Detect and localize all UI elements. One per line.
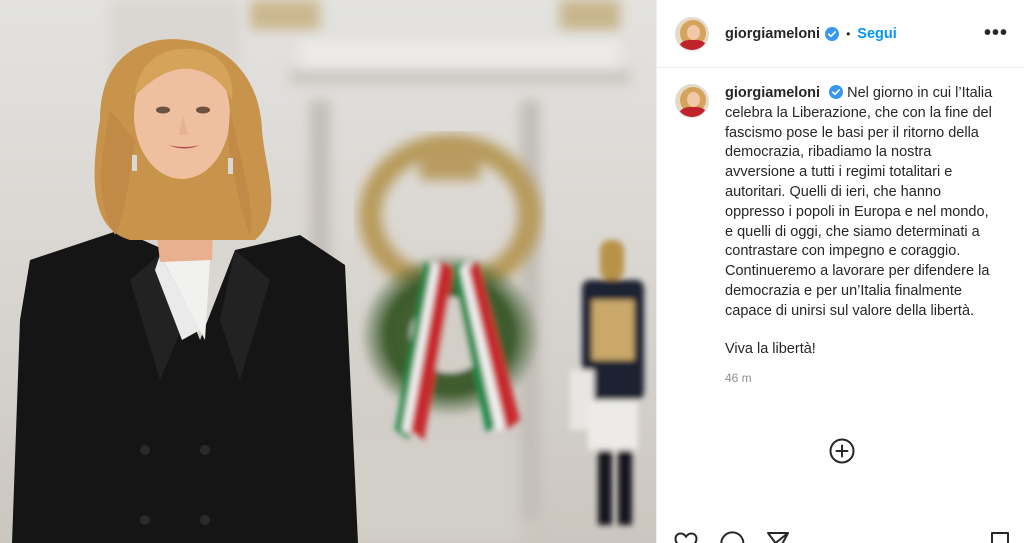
- bookmark-icon[interactable]: [987, 530, 1013, 543]
- share-icon[interactable]: [765, 530, 791, 543]
- separator-dot: •: [846, 26, 851, 41]
- verified-badge-icon: [825, 26, 840, 41]
- photo-illustration: [0, 0, 656, 543]
- post-photo[interactable]: [0, 0, 656, 543]
- instagram-post: giorgiameloni • Segui ••• giorgiameloni: [0, 0, 1024, 543]
- post-header: giorgiameloni • Segui •••: [657, 0, 1024, 68]
- more-options-icon[interactable]: •••: [984, 22, 1008, 45]
- caption-username-link[interactable]: giorgiameloni: [725, 85, 820, 101]
- post-actions-bar: [673, 530, 1013, 543]
- add-comment-icon[interactable]: [829, 438, 855, 464]
- caption-avatar[interactable]: [675, 84, 709, 118]
- verified-badge-icon: [829, 85, 844, 99]
- post-timestamp[interactable]: 46 m: [725, 369, 995, 389]
- comment-icon[interactable]: [719, 530, 745, 543]
- caption-block: giorgiameloni Nel giorno in cui l’Italia…: [657, 68, 1024, 389]
- avatar[interactable]: [675, 16, 709, 51]
- post-side-panel: giorgiameloni • Segui ••• giorgiameloni: [656, 0, 1024, 543]
- heart-icon[interactable]: [673, 530, 699, 543]
- caption-closing: Viva la libertà!: [725, 340, 816, 357]
- follow-button[interactable]: Segui: [857, 26, 896, 42]
- caption-text: Nel giorno in cui l’Italia celebra la Li…: [725, 85, 993, 319]
- caption-body: giorgiameloni Nel giorno in cui l’Italia…: [725, 84, 995, 389]
- username-link[interactable]: giorgiameloni: [725, 26, 820, 42]
